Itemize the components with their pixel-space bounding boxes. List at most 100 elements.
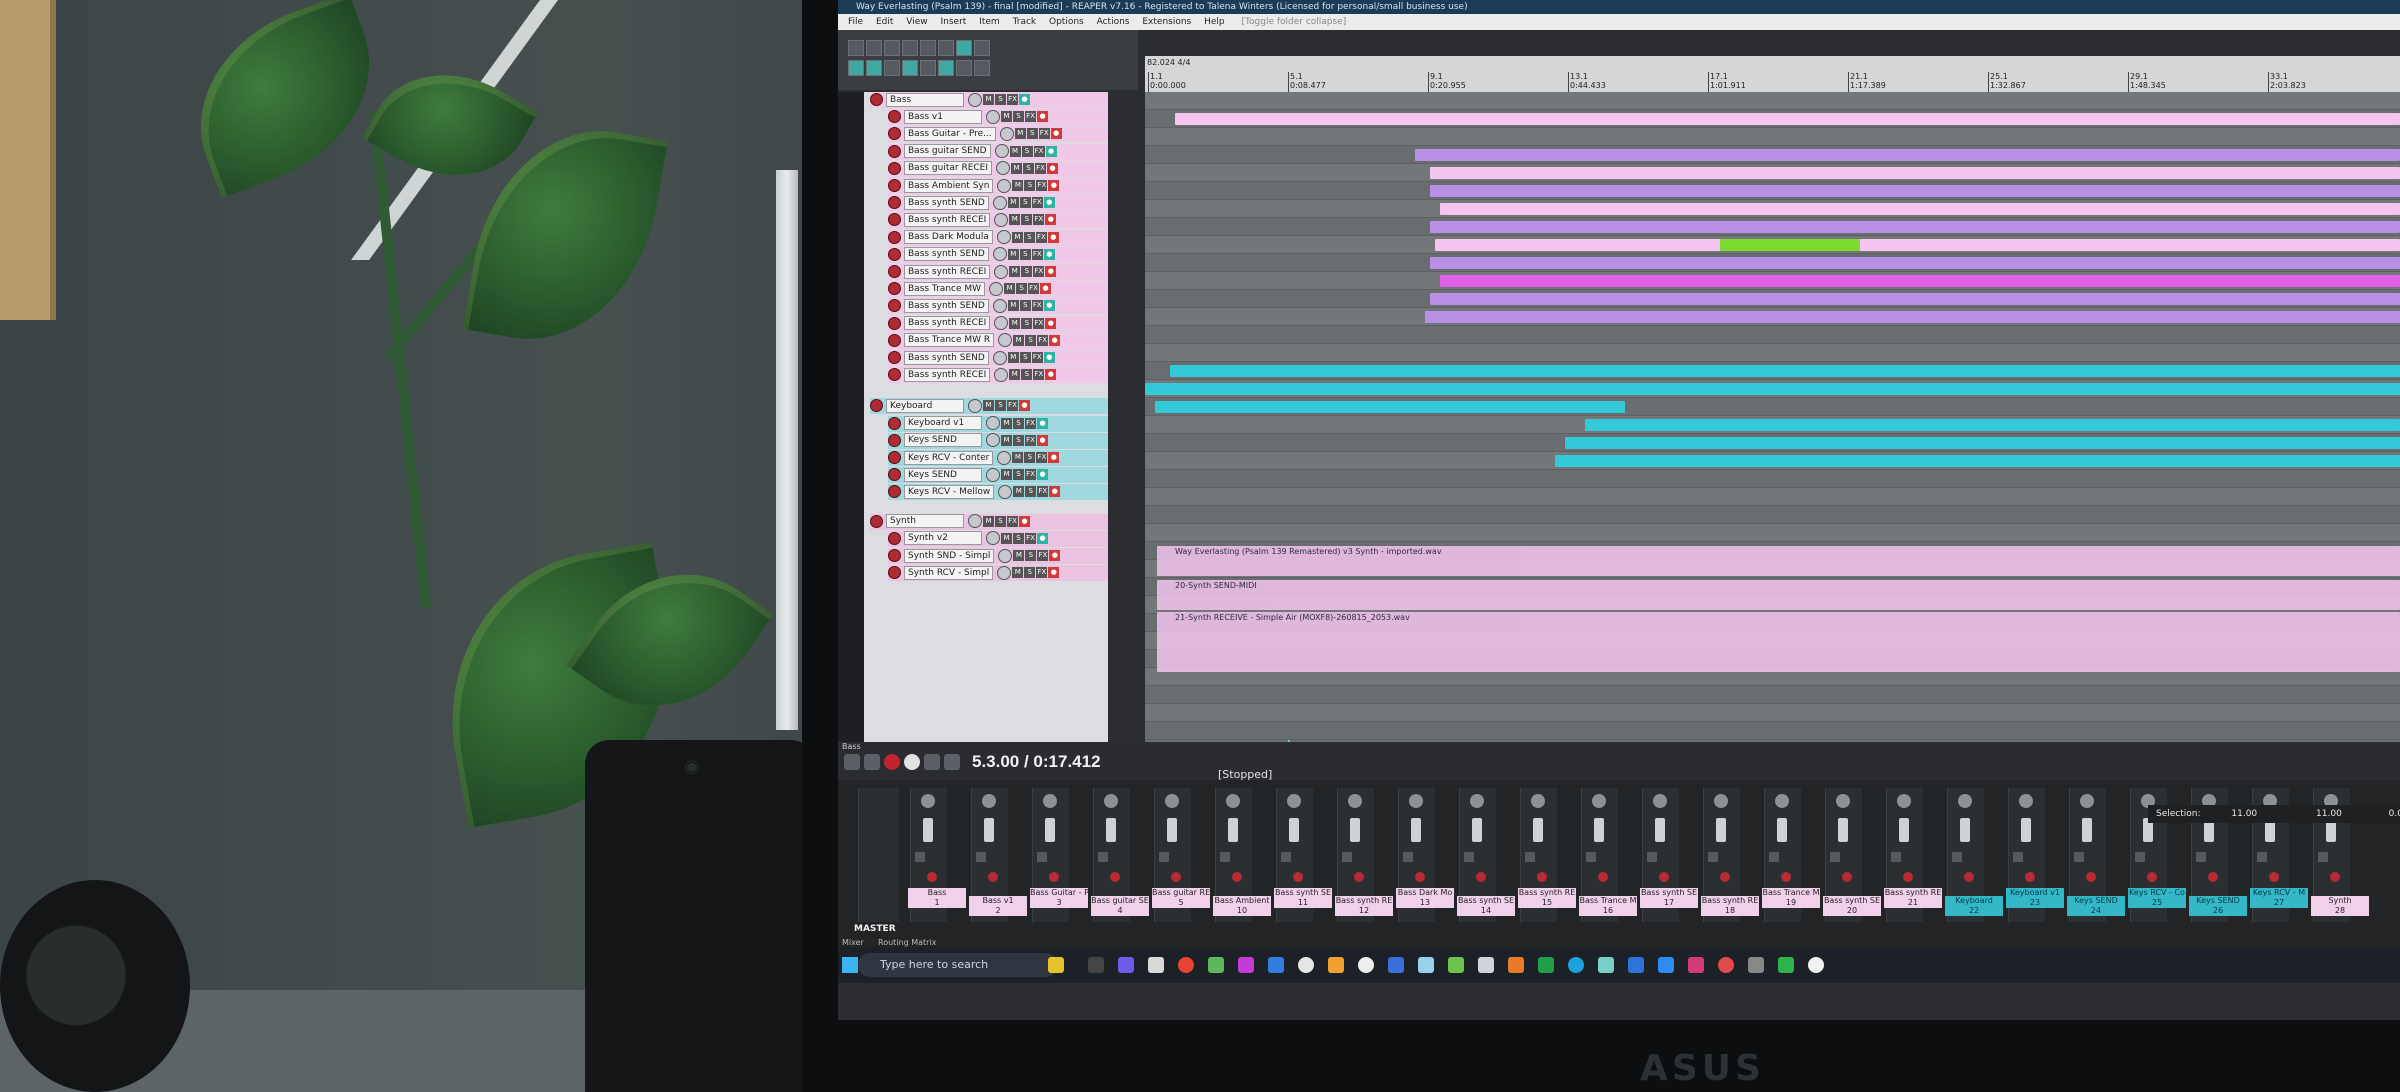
fx-button[interactable] (1586, 852, 1596, 862)
app-icon[interactable] (1418, 957, 1434, 973)
volume-knob[interactable] (997, 178, 1012, 193)
fx-button[interactable]: FX (1035, 231, 1047, 243)
record-arm-button[interactable] (888, 299, 901, 313)
mute-button[interactable]: M (1012, 180, 1024, 191)
mixer-strip-label[interactable]: Bass synth SE 11 (1274, 888, 1332, 908)
track-header[interactable]: Bass synth SEND M S FX ● (888, 350, 1108, 366)
menu-item[interactable]: Item (979, 17, 1000, 27)
track-header[interactable]: Bass synth SEND M S FX ● (888, 246, 1108, 263)
fx-button[interactable]: FX (1036, 452, 1048, 463)
record-arm-button[interactable] (888, 265, 901, 278)
volume-knob[interactable] (994, 212, 1009, 227)
record-arm-button[interactable] (888, 196, 901, 210)
fx-button[interactable]: FX (1007, 400, 1018, 412)
mute-button[interactable]: M (1004, 283, 1016, 295)
pan-knob[interactable] (1226, 794, 1240, 808)
menu-view[interactable]: View (906, 17, 927, 27)
record-arm-button[interactable] (870, 399, 883, 413)
fx-button[interactable]: FX (1025, 111, 1036, 123)
track-name[interactable]: Bass v1 (904, 109, 982, 124)
track-header[interactable]: Synth v2 M S FX ● (888, 530, 1108, 547)
edge-icon[interactable] (1568, 957, 1584, 973)
loop-icon[interactable] (924, 754, 940, 770)
volume-knob[interactable] (986, 433, 1000, 448)
fx-button[interactable] (1769, 852, 1779, 862)
record-arm-button[interactable] (888, 127, 901, 141)
volume-fader[interactable] (1045, 818, 1055, 842)
route-button[interactable]: ● (1049, 334, 1061, 346)
mixer-strip-label[interactable]: Bass guitar RE 5 (1152, 888, 1210, 908)
track-name[interactable]: Bass synth SEND (904, 298, 989, 313)
track-header[interactable]: Bass guitar SEND M S FX ● (888, 143, 1108, 160)
go-to-start-icon[interactable] (844, 754, 860, 770)
record-arm-button[interactable] (888, 451, 901, 464)
mixer-strip-label[interactable]: Bass v1 2 (969, 896, 1027, 916)
windows-start-icon[interactable] (842, 957, 858, 973)
arrange-view[interactable]: Way Everlasting (Psalm 139 Remastered) v… (1145, 92, 2400, 742)
item-grouping-icon[interactable] (848, 60, 864, 76)
fx-button[interactable] (1708, 852, 1718, 862)
mixer-strip-label[interactable]: Bass 1 (908, 888, 966, 908)
track-header[interactable]: Keys RCV - Conter M S FX ● (888, 450, 1108, 466)
mixer-strip-label[interactable]: Bass synth RE 18 (1701, 896, 1759, 916)
fx-button[interactable] (1952, 852, 1962, 862)
route-button[interactable]: ● (1047, 231, 1059, 243)
fx-button[interactable]: FX (1025, 532, 1036, 544)
record-arm-button[interactable] (888, 416, 901, 430)
pan-knob[interactable] (1531, 794, 1545, 808)
fx-button[interactable] (2074, 852, 2084, 862)
mute-button[interactable]: M (1009, 266, 1021, 277)
route-button[interactable]: ● (1050, 128, 1062, 140)
mixer-strip-label[interactable]: Bass Guitar - P3 (1030, 888, 1088, 908)
stop-button[interactable] (944, 754, 960, 770)
volume-fader[interactable] (1106, 818, 1116, 842)
track-name[interactable]: Keyboard v1 (904, 416, 982, 431)
media-item[interactable] (1430, 221, 2400, 233)
fx-button[interactable]: FX (1028, 283, 1040, 295)
track-name[interactable]: Keys RCV - Mellow (904, 484, 995, 499)
ripple-edit-icon[interactable] (866, 60, 882, 76)
record-arm-button[interactable] (888, 247, 901, 261)
track-name[interactable]: Bass Trance MW R (904, 333, 995, 348)
mute-button[interactable]: M (983, 400, 994, 412)
mixer-strip-label[interactable]: Bass guitar SE 4 (1091, 896, 1149, 916)
rewind-icon[interactable] (864, 754, 880, 770)
volume-knob[interactable] (968, 92, 982, 107)
volume-knob[interactable] (994, 316, 1009, 331)
volume-knob[interactable] (994, 367, 1009, 382)
app-icon[interactable] (1388, 957, 1404, 973)
record-arm-button[interactable] (1720, 872, 1730, 882)
solo-button[interactable]: S (1013, 111, 1024, 123)
track-name[interactable]: Bass synth RECEI (904, 316, 991, 331)
track-header[interactable]: Bass synth RECEI M S FX ● (888, 212, 1108, 229)
pan-knob[interactable] (1897, 794, 1911, 808)
volume-knob[interactable] (989, 281, 1004, 296)
track-header[interactable]: Bass M S FX ● (870, 92, 1108, 108)
fx-button[interactable] (1342, 852, 1352, 862)
track-lane[interactable] (1145, 92, 2400, 110)
pan-knob[interactable] (1165, 794, 1179, 808)
volume-knob[interactable] (986, 416, 1000, 431)
solo-button[interactable]: S (995, 94, 1006, 105)
solo-button[interactable]: S (1025, 486, 1037, 498)
record-arm-button[interactable] (1293, 872, 1303, 882)
pan-knob[interactable] (1409, 794, 1423, 808)
mute-button[interactable]: M (1001, 469, 1012, 481)
route-button[interactable]: ● (1047, 162, 1059, 174)
route-button[interactable]: ● (1037, 111, 1048, 123)
fx-button[interactable] (2318, 852, 2328, 862)
track-header[interactable]: Bass Dark Modula M S FX ● (888, 229, 1108, 246)
solo-button[interactable]: S (995, 515, 1006, 527)
media-item[interactable] (1425, 311, 2400, 323)
undo-icon[interactable] (920, 40, 936, 56)
app-icon[interactable] (1298, 957, 1314, 973)
app-icon[interactable] (1658, 957, 1674, 973)
track-lane[interactable] (1145, 722, 2400, 740)
solo-button[interactable]: S (1013, 469, 1024, 481)
route-button[interactable]: ● (1045, 266, 1057, 277)
mixer-strip-label[interactable]: Keyboard v1 23 (2006, 888, 2064, 908)
fx-button[interactable] (976, 852, 986, 862)
media-item[interactable]: Way Everlasting (Psalm 139 Remastered) v… (1157, 546, 2400, 576)
mixer-strip-label[interactable]: Bass synth RE 12 (1335, 896, 1393, 916)
record-arm-button[interactable] (1598, 872, 1608, 882)
